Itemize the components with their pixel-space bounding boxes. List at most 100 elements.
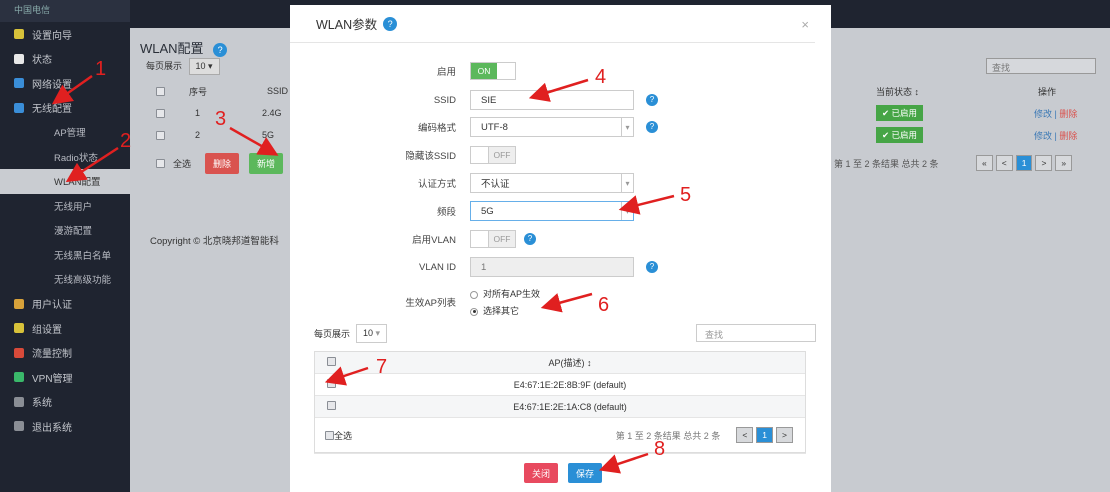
help-icon[interactable]: ?: [524, 233, 536, 245]
sidebar-item[interactable]: 状态: [0, 47, 130, 72]
ap-table-header: AP(描述) ↕: [315, 352, 805, 374]
sidebar-item-label: 无线配置: [32, 104, 72, 116]
menu-icon: [14, 102, 24, 113]
sidebar-item[interactable]: 系统: [0, 390, 130, 415]
add-button[interactable]: 新增: [249, 152, 284, 174]
menu-icon: [14, 29, 24, 40]
per-page-select[interactable]: 10 ▾: [356, 324, 388, 343]
sidebar-item[interactable]: AP管理: [0, 120, 130, 145]
sidebar-item-label: AP管理: [54, 128, 86, 140]
sidebar-item[interactable]: VPN管理: [0, 365, 130, 390]
table-row: E4:67:1E:2E:8B:9F (default): [315, 374, 805, 396]
pager-button[interactable]: «: [976, 155, 993, 171]
menu-icon: [14, 372, 24, 383]
help-icon[interactable]: ?: [213, 42, 228, 57]
annotation-label: 3: [215, 108, 227, 130]
sidebar-item-label: WLAN配置: [54, 177, 101, 189]
pager-button[interactable]: >: [776, 427, 793, 443]
sidebar-item-label: Radio状态: [54, 152, 98, 164]
ap-option-all[interactable]: 对所有AP生效: [470, 287, 540, 300]
band-select[interactable]: 5G ▾: [470, 201, 634, 221]
ssid-row: SSID SIE ?: [290, 89, 831, 111]
sidebar-item[interactable]: 组设置: [0, 316, 130, 341]
auth-label: 认证方式: [417, 179, 456, 190]
pager-button[interactable]: »: [1055, 155, 1073, 171]
help-icon[interactable]: ?: [646, 94, 658, 106]
search-input[interactable]: 查找: [986, 58, 1096, 74]
sidebar-item[interactable]: 设置向导: [0, 22, 130, 47]
cancel-button[interactable]: 关闭: [524, 463, 559, 483]
row-checkbox[interactable]: [156, 130, 165, 140]
save-button[interactable]: 保存: [568, 463, 603, 483]
pager-button[interactable]: 1: [756, 427, 774, 443]
help-icon[interactable]: ?: [646, 121, 658, 133]
encoding-label: 编码格式: [417, 123, 456, 134]
vlan-id-input[interactable]: 1: [470, 257, 634, 277]
annotation-label: 1: [95, 58, 107, 80]
pager-button[interactable]: 1: [1015, 155, 1033, 171]
select-all-checkbox[interactable]: [156, 86, 165, 96]
sidebar-item-label: 无线高级功能: [54, 275, 112, 287]
delete-button[interactable]: 删除: [205, 152, 240, 174]
row-checkbox[interactable]: [156, 108, 165, 118]
help-icon[interactable]: ?: [383, 16, 398, 31]
ap-list-row: 生效AP列表 对所有AP生效 选择其它: [290, 287, 831, 317]
sidebar-item-label: 网络设置: [32, 79, 72, 91]
delete-link[interactable]: 删除: [1059, 109, 1077, 119]
edit-link[interactable]: 修改: [1034, 109, 1052, 119]
edit-link[interactable]: 修改: [1034, 131, 1052, 141]
vlan-enable-row: 启用VLAN OFF ?: [290, 228, 831, 250]
enable-toggle[interactable]: ON: [470, 62, 516, 80]
hide-ssid-toggle[interactable]: OFF: [470, 146, 516, 164]
help-icon[interactable]: ?: [646, 261, 658, 273]
ssid-input[interactable]: SIE: [470, 90, 634, 110]
per-page-select[interactable]: 10 ▾: [188, 58, 220, 75]
annotation-label: 4: [595, 66, 607, 88]
sidebar-item[interactable]: 无线用户: [0, 194, 130, 219]
sidebar-item[interactable]: 退出系统: [0, 414, 130, 439]
ap-option-select[interactable]: 选择其它: [470, 304, 540, 317]
select-all-checkbox[interactable]: [156, 158, 165, 168]
pager-button[interactable]: >: [1035, 155, 1053, 171]
pager-button[interactable]: <: [995, 155, 1013, 171]
hide-ssid-label: 隐藏该SSID: [405, 151, 456, 162]
chevron-down-icon: ▾: [621, 202, 633, 220]
sidebar-item[interactable]: 无线黑白名单: [0, 243, 130, 268]
modal-title: WLAN参数: [316, 18, 378, 32]
copyright: Copyright © 北京晓邦道智能科: [150, 236, 279, 247]
sidebar-item[interactable]: 无线配置: [0, 96, 130, 121]
pager-button[interactable]: <: [736, 427, 754, 443]
sidebar-item[interactable]: 网络设置: [0, 71, 130, 96]
sidebar-item[interactable]: 漫游配置: [0, 218, 130, 243]
ap-col-header[interactable]: AP(描述) ↕: [335, 356, 805, 369]
pager: <1 >: [736, 427, 793, 443]
sidebar-item[interactable]: 用户认证: [0, 292, 130, 317]
menu-icon: [14, 78, 24, 89]
radio-icon: [470, 307, 478, 316]
sidebar-item-label: 无线用户: [54, 201, 93, 213]
pager: «<1 >»: [976, 155, 1073, 171]
sidebar-item[interactable]: 无线高级功能: [0, 267, 130, 292]
toggle-state: OFF: [489, 147, 515, 163]
encoding-select[interactable]: UTF-8 ▾: [470, 117, 634, 137]
annotation-label: 6: [598, 294, 610, 316]
band-value: 5G: [481, 205, 494, 217]
select-all-checkbox[interactable]: [325, 430, 334, 440]
sidebar-item-label: 无线黑白名单: [54, 250, 112, 262]
row-ssid: 2.4G: [262, 108, 282, 118]
sidebar-item[interactable]: Radio状态: [0, 145, 130, 170]
vlan-enable-toggle[interactable]: OFF: [470, 230, 516, 248]
delete-link[interactable]: 删除: [1059, 131, 1077, 141]
sidebar-item[interactable]: 流量控制: [0, 341, 130, 366]
close-icon[interactable]: ×: [801, 17, 809, 32]
encoding-row: 编码格式 UTF-8 ▾ ?: [290, 116, 831, 138]
status-badge: ✔ 已启用: [876, 127, 923, 143]
row-index: 2: [195, 130, 201, 140]
sidebar-item[interactable]: WLAN配置: [0, 169, 130, 194]
sidebar-item-label: 组设置: [32, 324, 62, 336]
per-page-value: 10: [363, 328, 374, 338]
ap-search-input[interactable]: 查找: [696, 324, 816, 342]
wlan-params-modal: WLAN参数 ? × 启用 ON SSID SIE ? 编码格式 UTF-8 ▾ …: [290, 5, 831, 492]
auth-select[interactable]: 不认证 ▾: [470, 173, 634, 193]
menu-icon: [14, 298, 24, 309]
